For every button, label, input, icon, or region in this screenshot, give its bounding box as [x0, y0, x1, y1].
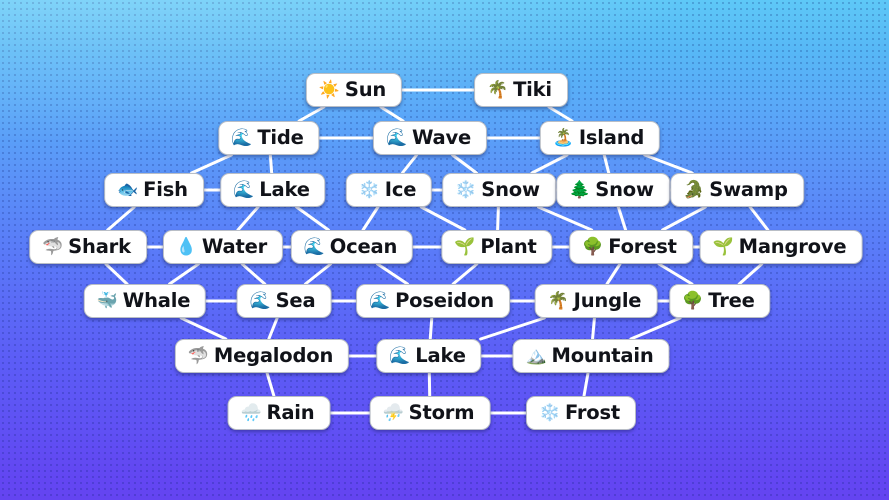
- seedling-icon: 🌱: [712, 236, 734, 257]
- node-plant[interactable]: 🌱 Plant: [441, 230, 553, 264]
- seedling-icon: 🌱: [454, 236, 476, 257]
- node-label: Sun: [344, 78, 387, 102]
- snowflake-icon: ❄️: [538, 402, 561, 423]
- wave-icon: 🌊: [231, 127, 253, 148]
- node-label: Snow: [595, 178, 654, 202]
- node-label: Tree: [708, 289, 755, 313]
- wave-icon: 🌊: [249, 290, 271, 311]
- node-sun[interactable]: ☀️ Sun: [305, 73, 403, 107]
- node-label: Mountain: [551, 344, 654, 368]
- node-label: Shark: [68, 235, 131, 259]
- shark-icon: 🦈: [42, 236, 64, 257]
- node-rain[interactable]: 🌧️ Rain: [227, 396, 331, 430]
- node-layer[interactable]: ☀️ Sun 🌴 Tiki 🌊 Tide 🌊 Wave 🏝️ Island 🐟 Fish 🌊 Lake ❄️…: [0, 0, 889, 500]
- node-snow2[interactable]: 🌲 Snow: [556, 173, 670, 207]
- fish-icon: 🐟: [117, 179, 139, 200]
- node-label: Forest: [608, 235, 677, 259]
- node-label: Tide: [257, 126, 304, 150]
- node-water[interactable]: 💧 Water: [162, 230, 284, 264]
- shark-icon: 🦈: [187, 345, 210, 366]
- node-lake2[interactable]: 🌊 Lake: [376, 339, 482, 373]
- droplet-icon: 💧: [175, 236, 198, 257]
- palm-tree-icon: 🌴: [487, 79, 509, 100]
- whale-icon: 🐳: [96, 290, 118, 311]
- desert-island-icon: 🏝️: [552, 127, 574, 148]
- sun-icon: ☀️: [318, 79, 341, 100]
- node-label: Frost: [564, 401, 621, 425]
- wave-icon: 🌊: [369, 290, 391, 311]
- node-label: Lake: [415, 344, 466, 368]
- snowcapped-mountain-icon: 🏔️: [525, 345, 547, 366]
- node-snow1[interactable]: ❄️ Snow: [442, 173, 556, 207]
- node-label: Island: [578, 126, 645, 150]
- node-label: Sea: [275, 289, 316, 313]
- node-mangrove[interactable]: 🌱 Mangrove: [699, 230, 863, 264]
- deciduous-tree-icon: 🌳: [682, 290, 704, 311]
- node-ocean[interactable]: 🌊 Ocean: [290, 230, 414, 264]
- node-label: Poseidon: [395, 289, 494, 313]
- node-label: Snow: [481, 178, 540, 202]
- node-label: Plant: [480, 235, 537, 259]
- node-label: Mangrove: [738, 235, 847, 259]
- node-forest[interactable]: 🌳 Forest: [569, 230, 693, 264]
- wave-icon: 🌊: [389, 345, 411, 366]
- node-megalodon[interactable]: 🦈 Megalodon: [174, 339, 350, 373]
- discovery-tree-canvas[interactable]: ☀️ Sun 🌴 Tiki 🌊 Tide 🌊 Wave 🏝️ Island 🐟 Fish 🌊 Lake ❄️…: [0, 0, 889, 500]
- deciduous-tree-icon: 🌳: [582, 236, 604, 257]
- node-whale[interactable]: 🐳 Whale: [83, 284, 207, 318]
- node-sea[interactable]: 🌊 Sea: [236, 284, 332, 318]
- node-label: Megalodon: [213, 344, 334, 368]
- node-tree[interactable]: 🌳 Tree: [669, 284, 771, 318]
- node-ice[interactable]: ❄️ Ice: [345, 173, 433, 207]
- wave-icon: 🌊: [303, 236, 325, 257]
- node-mountain[interactable]: 🏔️ Mountain: [512, 339, 670, 373]
- snowflake-icon: ❄️: [358, 179, 380, 200]
- node-fish[interactable]: 🐟 Fish: [104, 173, 204, 207]
- palm-tree-icon: 🌴: [547, 290, 569, 311]
- snowflake-icon: ❄️: [455, 179, 477, 200]
- node-tiki[interactable]: 🌴 Tiki: [474, 73, 568, 107]
- node-jungle[interactable]: 🌴 Jungle: [534, 284, 658, 318]
- node-poseidon[interactable]: 🌊 Poseidon: [356, 284, 510, 318]
- crocodile-icon: 🐊: [683, 179, 705, 200]
- node-lake1[interactable]: 🌊 Lake: [220, 173, 326, 207]
- node-tide[interactable]: 🌊 Tide: [218, 121, 320, 155]
- node-label: Lake: [259, 178, 310, 202]
- node-label: Ice: [384, 178, 417, 202]
- node-wave[interactable]: 🌊 Wave: [372, 121, 488, 155]
- node-shark[interactable]: 🦈 Shark: [29, 230, 147, 264]
- wave-icon: 🌊: [385, 127, 408, 148]
- node-label: Water: [201, 235, 268, 259]
- node-frost[interactable]: ❄️ Frost: [525, 396, 637, 430]
- node-label: Wave: [411, 126, 472, 150]
- node-label: Swamp: [709, 178, 788, 202]
- wave-icon: 🌊: [233, 179, 255, 200]
- node-label: Tiki: [513, 78, 552, 102]
- node-label: Jungle: [573, 289, 642, 313]
- node-storm[interactable]: ⛈️ Storm: [369, 396, 491, 430]
- rain-cloud-icon: 🌧️: [240, 402, 262, 423]
- node-label: Whale: [122, 289, 191, 313]
- node-label: Ocean: [329, 235, 398, 259]
- node-label: Rain: [266, 401, 315, 425]
- node-label: Storm: [408, 401, 475, 425]
- evergreen-tree-icon: 🌲: [569, 179, 591, 200]
- node-swamp[interactable]: 🐊 Swamp: [670, 173, 804, 207]
- thunder-cloud-icon: ⛈️: [382, 402, 404, 423]
- node-island[interactable]: 🏝️ Island: [539, 121, 661, 155]
- node-label: Fish: [143, 178, 188, 202]
